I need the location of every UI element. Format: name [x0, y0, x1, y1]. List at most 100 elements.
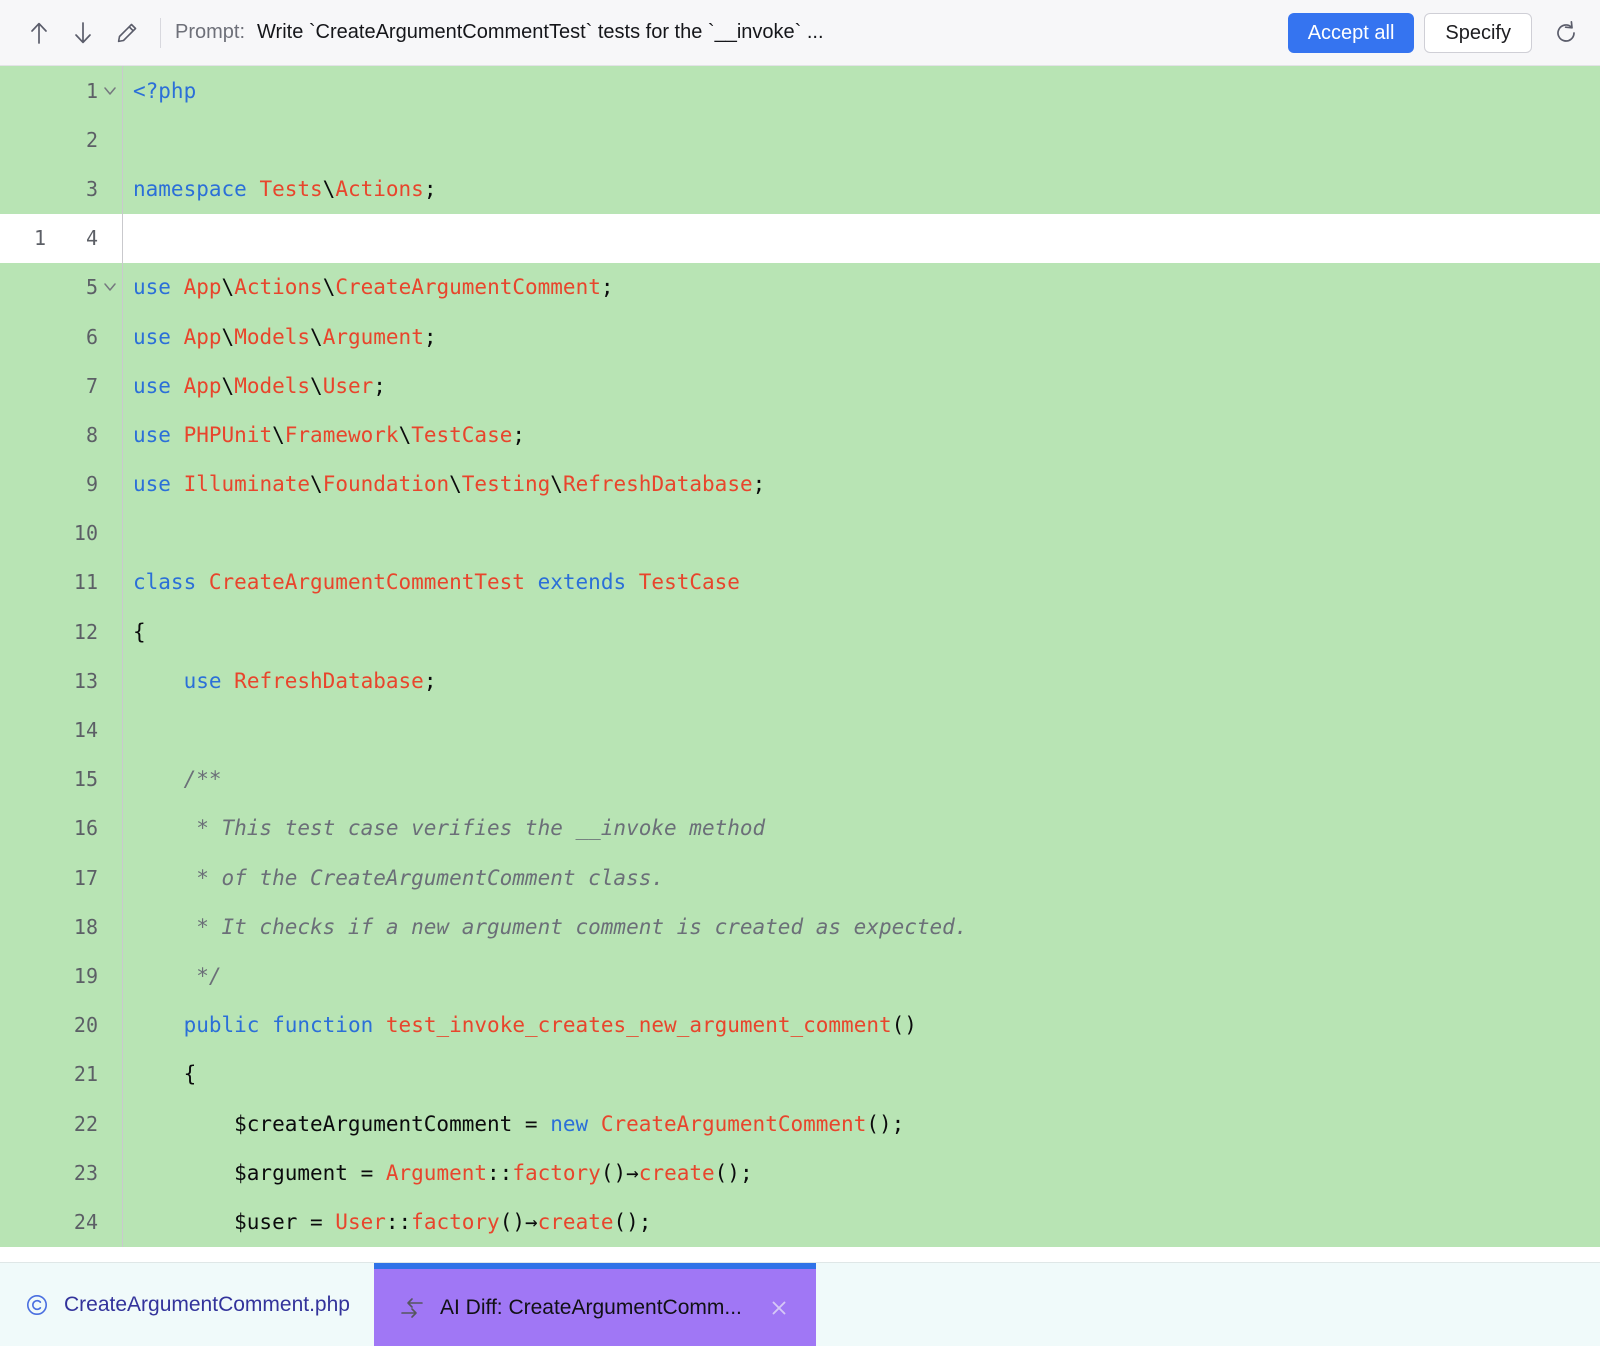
code-token: ; — [600, 275, 614, 300]
close-icon[interactable] — [766, 1295, 792, 1321]
editor-tab-active[interactable]: AI Diff: CreateArgumentComm... — [373, 1263, 816, 1346]
code-line[interactable]: class CreateArgumentCommentTest extends … — [123, 570, 1600, 594]
code-token: ; — [373, 373, 386, 398]
fold-chevron-down-icon[interactable] — [98, 279, 122, 295]
code-line[interactable]: * This test case verifies the __invoke m… — [123, 816, 1600, 840]
code-token: (); — [714, 1160, 753, 1185]
code-token: TestCase — [638, 570, 740, 595]
code-token: class — [133, 570, 197, 595]
diff-line-added[interactable]: 5 use App\Actions\CreateArgumentComment; — [0, 262, 1600, 312]
diff-editor[interactable]: 1 <?php 2 3 namespace Tests\Actions; 1 4 5 use A… — [0, 66, 1600, 1262]
code-line[interactable]: * of the CreateArgumentComment class. — [123, 866, 1600, 890]
code-line[interactable]: use App\Actions\CreateArgumentComment; — [123, 275, 1600, 299]
code-token: → — [626, 1160, 639, 1185]
code-line[interactable]: use App\Models\User; — [123, 374, 1600, 398]
specify-button[interactable]: Specify — [1424, 12, 1532, 53]
code-token: factory — [512, 1160, 601, 1185]
code-line[interactable]: use RefreshDatabase; — [123, 669, 1600, 693]
gutter-new-line-number: 19 — [73, 963, 98, 988]
diff-arrows-icon — [398, 1295, 426, 1321]
code-line[interactable]: $argument = Argument::factory()→create()… — [123, 1161, 1600, 1185]
code-line[interactable]: namespace Tests\Actions; — [123, 177, 1600, 201]
code-token: () — [499, 1209, 525, 1234]
diff-line-added[interactable]: 20 public function test_invoke_creates_n… — [0, 1000, 1600, 1050]
php-class-icon — [24, 1292, 50, 1318]
code-token: () — [891, 1013, 917, 1038]
fold-chevron-down-icon[interactable] — [98, 83, 122, 99]
diff-line-added[interactable]: 2 — [0, 115, 1600, 165]
arrow-up-icon[interactable] — [22, 16, 56, 50]
diff-line-added[interactable]: 18 * It checks if a new argument comment… — [0, 902, 1600, 952]
code-token: \ — [310, 324, 323, 349]
code-token: use — [133, 373, 171, 398]
diff-line-context[interactable]: 14 — [0, 213, 1600, 263]
gutter-new-line-number: 8 — [85, 422, 98, 447]
diff-line-added[interactable]: 15 /** — [0, 754, 1600, 804]
toolbar-actions: Accept all Specify — [1287, 12, 1586, 53]
code-token: { — [133, 1062, 197, 1087]
diff-line-added[interactable]: 10 — [0, 508, 1600, 558]
diff-line-added[interactable]: 8 use PHPUnit\Framework\TestCase; — [0, 410, 1600, 460]
code-line[interactable]: * It checks if a new argument comment is… — [123, 915, 1600, 939]
code-token: ; — [423, 668, 437, 693]
code-line[interactable]: */ — [123, 964, 1600, 988]
diff-line-added[interactable]: 12 { — [0, 607, 1600, 657]
diff-line-added[interactable]: 11 class CreateArgumentCommentTest extend… — [0, 557, 1600, 608]
code-line[interactable]: <?php — [123, 79, 1600, 103]
code-token: (); — [613, 1209, 652, 1234]
code-token: Argument — [385, 1160, 488, 1185]
code-line[interactable]: { — [123, 620, 1600, 644]
accept-all-button[interactable]: Accept all — [1287, 12, 1415, 53]
diff-line-added[interactable]: 7 use App\Models\User; — [0, 361, 1600, 411]
code-line[interactable]: use Illuminate\Foundation\Testing\Refres… — [123, 472, 1600, 496]
code-line[interactable]: { — [123, 1062, 1600, 1086]
code-token: use — [133, 472, 171, 497]
diff-line-added[interactable]: 3 namespace Tests\Actions; — [0, 164, 1600, 214]
code-line[interactable]: use PHPUnit\Framework\TestCase; — [123, 423, 1600, 447]
code-token: ; — [752, 472, 766, 497]
diff-line-added[interactable]: 23 $argument = Argument::factory()→creat… — [0, 1148, 1600, 1198]
gutter-divider — [122, 213, 123, 263]
diff-line-added[interactable]: 1 <?php — [0, 66, 1600, 116]
editor-tab[interactable]: CreateArgumentComment.php — [0, 1263, 374, 1346]
code-token: \ — [272, 422, 285, 447]
code-line[interactable]: $user = User::factory()→create(); — [123, 1210, 1600, 1234]
code-line[interactable]: /** — [123, 767, 1600, 791]
diff-line-added[interactable]: 13 use RefreshDatabase; — [0, 656, 1600, 706]
gutter-new-line-number: 9 — [85, 472, 98, 497]
pencil-icon[interactable] — [110, 16, 144, 50]
diff-line-added[interactable]: 19 */ — [0, 951, 1600, 1001]
code-line[interactable]: $createArgumentComment = new CreateArgum… — [123, 1112, 1600, 1136]
diff-line-added[interactable]: 16 * This test case verifies the __invok… — [0, 803, 1600, 853]
code-token: Tests — [259, 176, 323, 201]
code-token: :: — [487, 1160, 513, 1185]
diff-line-added[interactable]: 9 use Illuminate\Foundation\Testing\Refre… — [0, 459, 1600, 509]
code-token: <?php — [133, 78, 197, 103]
arrow-down-icon[interactable] — [66, 16, 100, 50]
code-line[interactable]: use App\Models\Argument; — [123, 325, 1600, 349]
code-token: RefreshDatabase — [234, 668, 424, 693]
code-token: * of the CreateArgumentComment class. — [133, 865, 665, 890]
prompt-label: Prompt: — [175, 21, 246, 43]
diff-line-added[interactable]: 17 * of the CreateArgumentComment class. — [0, 853, 1600, 903]
code-token: (); — [866, 1111, 905, 1136]
code-token: PHPUnit — [183, 422, 273, 447]
diff-line-added[interactable]: 21 { — [0, 1049, 1600, 1099]
diff-line-added[interactable]: 14 — [0, 705, 1600, 755]
code-token: ; — [423, 176, 437, 201]
gutter-new-line-number: 22 — [73, 1111, 98, 1136]
code-token: Foundation — [322, 472, 450, 497]
diff-line-added[interactable]: 24 $user = User::factory()→create(); — [0, 1197, 1600, 1247]
code-line[interactable]: public function test_invoke_creates_new_… — [123, 1013, 1600, 1037]
refresh-icon[interactable] — [1546, 13, 1586, 53]
gutter-new-line-number: 16 — [73, 816, 98, 841]
code-token: App — [183, 275, 222, 300]
code-token: create — [537, 1209, 614, 1234]
diff-line-added[interactable]: 22 $createArgumentComment = new CreateAr… — [0, 1098, 1600, 1149]
code-token: ; — [423, 324, 437, 349]
code-token: Illuminate — [183, 472, 311, 497]
diff-line-added[interactable]: 6 use App\Models\Argument; — [0, 311, 1600, 362]
